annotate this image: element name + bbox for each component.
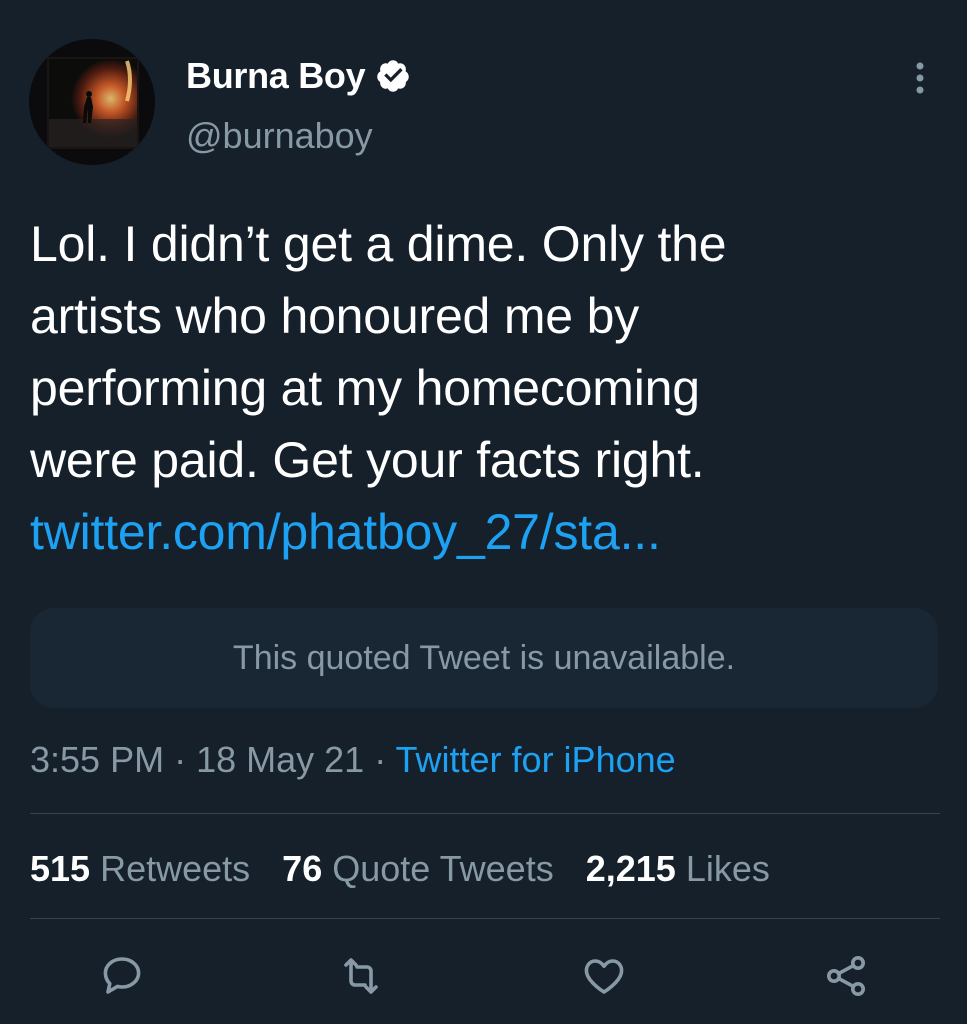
stat-label: Retweets <box>100 848 251 889</box>
stat-label: Quote Tweets <box>332 848 554 889</box>
share-icon[interactable] <box>822 952 870 1000</box>
tweet-stats: 515 Retweets 76 Quote Tweets 2,215 Likes <box>30 843 802 895</box>
stat-value: 76 <box>282 848 323 889</box>
tweet-text-line: were paid. Get your facts right. <box>30 432 705 488</box>
stat-value: 515 <box>30 848 91 889</box>
divider <box>30 918 940 919</box>
author-handle[interactable]: @burnaboy <box>186 112 373 160</box>
tweet-source-link[interactable]: Twitter for iPhone <box>396 739 676 780</box>
stat-likes[interactable]: 2,215 Likes <box>586 843 770 895</box>
tweet-time[interactable]: 3:55 PM <box>30 739 164 780</box>
stat-label: Likes <box>685 848 770 889</box>
tweet-date[interactable]: 18 May 21 <box>196 739 364 780</box>
meta-separator: · <box>364 739 396 780</box>
divider <box>30 813 940 814</box>
tweet-link[interactable]: twitter.com/phatboy_27/sta... <box>30 496 940 568</box>
stat-quote-tweets[interactable]: 76 Quote Tweets <box>282 843 554 895</box>
reply-icon[interactable] <box>98 952 146 1000</box>
heart-icon[interactable] <box>580 952 628 1000</box>
tweet-detail: Burna Boy @burnaboy Lol. I didn’t get a … <box>0 0 967 1024</box>
tweet-text: Lol. I didn’t get a dime. Only the artis… <box>30 208 940 568</box>
avatar-image <box>29 39 155 165</box>
quoted-tweet-box: This quoted Tweet is unavailable. <box>30 608 938 708</box>
more-vertical-icon[interactable] <box>905 58 935 98</box>
stat-value: 2,215 <box>585 848 676 889</box>
avatar[interactable] <box>29 39 155 165</box>
tweet-text-line: performing at my homecoming <box>30 360 700 416</box>
stat-retweets[interactable]: 515 Retweets <box>30 843 250 895</box>
retweet-icon[interactable] <box>337 952 385 1000</box>
tweet-text-line: artists who honoured me by <box>30 288 640 344</box>
author-name-row: Burna Boy <box>186 52 411 100</box>
meta-separator: · <box>164 739 197 780</box>
author-name[interactable]: Burna Boy <box>186 52 366 100</box>
verified-badge-icon <box>375 58 411 94</box>
quoted-tweet-unavailable-text: This quoted Tweet is unavailable. <box>232 638 736 677</box>
tweet-meta: 3:55 PM · 18 May 21 · Twitter for iPhone <box>30 734 676 786</box>
tweet-text-line: Lol. I didn’t get a dime. Only the <box>30 216 727 272</box>
